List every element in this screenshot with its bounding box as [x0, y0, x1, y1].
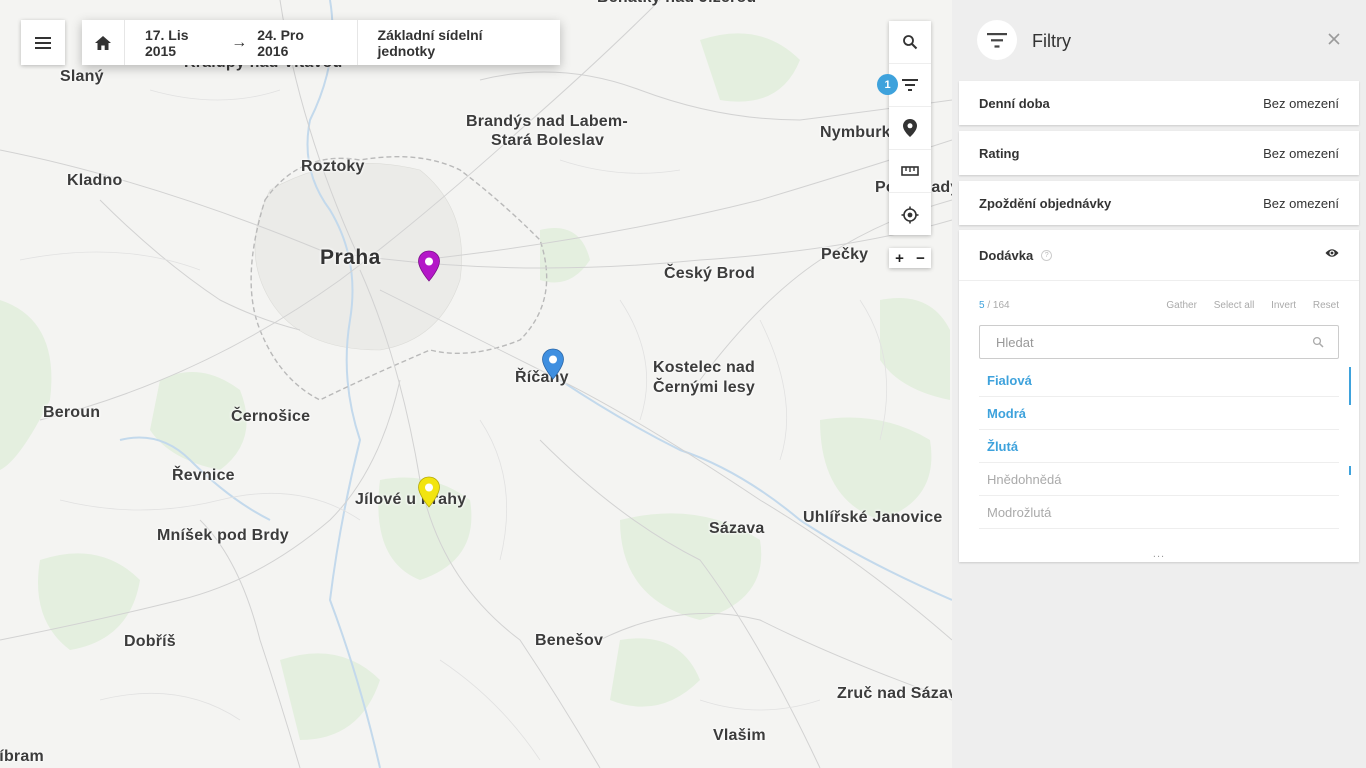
delivery-filter-header: Dodávka ?: [959, 230, 1359, 281]
map-toolbar: [889, 21, 931, 235]
arrow-right-icon: →: [231, 33, 248, 51]
list-item[interactable]: Žlutá: [979, 430, 1339, 463]
selected-count: 5: [979, 300, 985, 311]
map-pin-yellow[interactable]: [417, 476, 441, 508]
filter-value: Bez omezení: [1263, 195, 1339, 211]
filter-header-icon-circle: [977, 20, 1017, 60]
place-label-capital: Praha: [320, 246, 381, 269]
place-label: Kostelec nad: [653, 359, 755, 376]
top-bar: 17. Lis 2015 → 24. Pro 2016 Základní síd…: [82, 20, 560, 65]
place-label: Vlašim: [713, 727, 766, 744]
delivery-filter-title: Dodávka: [979, 247, 1034, 263]
filter-row-rating[interactable]: Rating Bez omezení: [959, 131, 1359, 175]
place-label: Brandýs nad Labem-: [466, 113, 628, 130]
place-label: Sázava: [709, 520, 765, 537]
place-label: Mníšek pod Brdy: [157, 527, 289, 544]
total-count: / 164: [987, 300, 1010, 311]
filter-icon: [987, 32, 1007, 48]
crosshair-icon: [901, 206, 919, 223]
home-icon: [94, 35, 111, 50]
select-all-button[interactable]: Select all: [1214, 300, 1255, 311]
filter-panel: Filtry Denní doba Bez omezení Rating Bez…: [952, 0, 1366, 768]
place-label: Benešov: [535, 632, 604, 649]
map-pin-purple[interactable]: [417, 250, 441, 282]
menu-button[interactable]: [21, 20, 65, 65]
list-item[interactable]: Modrá: [979, 397, 1339, 430]
place-label: Český Brod: [664, 265, 755, 282]
search-tool-button[interactable]: [889, 21, 931, 64]
zoom-in-button[interactable]: +: [889, 248, 910, 268]
filter-row-order-delay[interactable]: Zpoždění objednávky Bez omezení: [959, 181, 1359, 225]
place-label: Slaný: [60, 68, 104, 85]
delivery-filter-card: Dodávka ? 5 / 164 Gather Select all Inve…: [959, 230, 1359, 562]
place-label: Beroun: [43, 404, 101, 421]
more-indicator[interactable]: ...: [959, 548, 1359, 560]
place-label: Kladno: [67, 172, 123, 189]
place-label: Zruč nad Sázavou: [837, 685, 952, 702]
scrollbar-marker: [1349, 466, 1351, 475]
search-input[interactable]: [994, 326, 1318, 358]
place-label: Uhlířské Janovice: [803, 509, 943, 526]
gather-button[interactable]: Gather: [1166, 300, 1197, 311]
invert-button[interactable]: Invert: [1271, 300, 1296, 311]
list-item[interactable]: Hnědohnědá: [979, 463, 1339, 496]
selection-actions: Gather Select all Invert Reset: [1152, 300, 1339, 311]
place-label: Černými lesy: [653, 379, 756, 396]
filter-label: Denní doba: [979, 95, 1050, 111]
close-icon[interactable]: [1326, 31, 1342, 47]
date-range-selector[interactable]: 17. Lis 2015 → 24. Pro 2016: [125, 20, 358, 65]
place-label: Benátky nad Jizerou: [597, 0, 756, 8]
unit-selector[interactable]: Základní sídelní jednotky: [358, 27, 560, 59]
help-icon[interactable]: ?: [1041, 249, 1053, 261]
measure-tool-button[interactable]: [889, 150, 931, 193]
place-label: Jílové u Prahy: [355, 491, 467, 508]
filter-row-time-of-day[interactable]: Denní doba Bez omezení: [959, 81, 1359, 125]
location-pin-icon: [903, 119, 917, 137]
filter-icon: [902, 79, 918, 91]
zoom-control: + −: [889, 248, 931, 268]
zoom-out-button[interactable]: −: [910, 248, 931, 268]
home-button[interactable]: [82, 20, 125, 65]
scrollbar-thumb[interactable]: [1349, 367, 1351, 405]
panel-title: Filtry: [1032, 31, 1071, 51]
search-icon: [903, 35, 918, 50]
list-item[interactable]: Modrožlutá: [979, 496, 1339, 529]
search-box: [979, 325, 1339, 359]
panel-header: Filtry: [952, 0, 1366, 82]
place-label: Dobříš: [124, 633, 176, 650]
place-label: Černošice: [231, 408, 311, 425]
map-pin-blue[interactable]: [541, 348, 565, 380]
active-filter-count-badge: 1: [877, 74, 898, 95]
place-label: Pečky: [821, 246, 869, 263]
eye-icon[interactable]: [1325, 248, 1339, 258]
filter-value: Bez omezení: [1263, 145, 1339, 161]
filter-label: Zpoždění objednávky: [979, 195, 1112, 211]
filter-label: Rating: [979, 145, 1020, 161]
option-list: Fialová Modrá Žlutá Hnědohnědá Modrožlut…: [979, 364, 1339, 529]
date-from: 17. Lis 2015: [144, 26, 189, 59]
ruler-icon: [901, 166, 919, 176]
place-label: Příbram: [0, 748, 44, 765]
list-item[interactable]: Fialová: [979, 364, 1339, 397]
menu-icon: [35, 36, 51, 49]
place-label: Roztoky: [301, 158, 365, 175]
selection-meta: 5 / 164 Gather Select all Invert Reset: [979, 300, 1339, 311]
search-icon: [1312, 336, 1324, 348]
place-label: Nymburk: [820, 124, 891, 141]
place-label: Stará Boleslav: [491, 132, 605, 149]
map[interactable]: Benátky nad Jizerou Kralupy nad Vltavou …: [0, 0, 952, 768]
reset-button[interactable]: Reset: [1313, 300, 1339, 311]
filter-value: Bez omezení: [1263, 95, 1339, 111]
location-tool-button[interactable]: [889, 107, 931, 150]
date-to: 24. Pro 2016: [257, 26, 304, 59]
selection-count: 5 / 164: [979, 300, 1010, 311]
place-label: Řevnice: [172, 467, 235, 484]
my-location-button[interactable]: [889, 193, 931, 236]
